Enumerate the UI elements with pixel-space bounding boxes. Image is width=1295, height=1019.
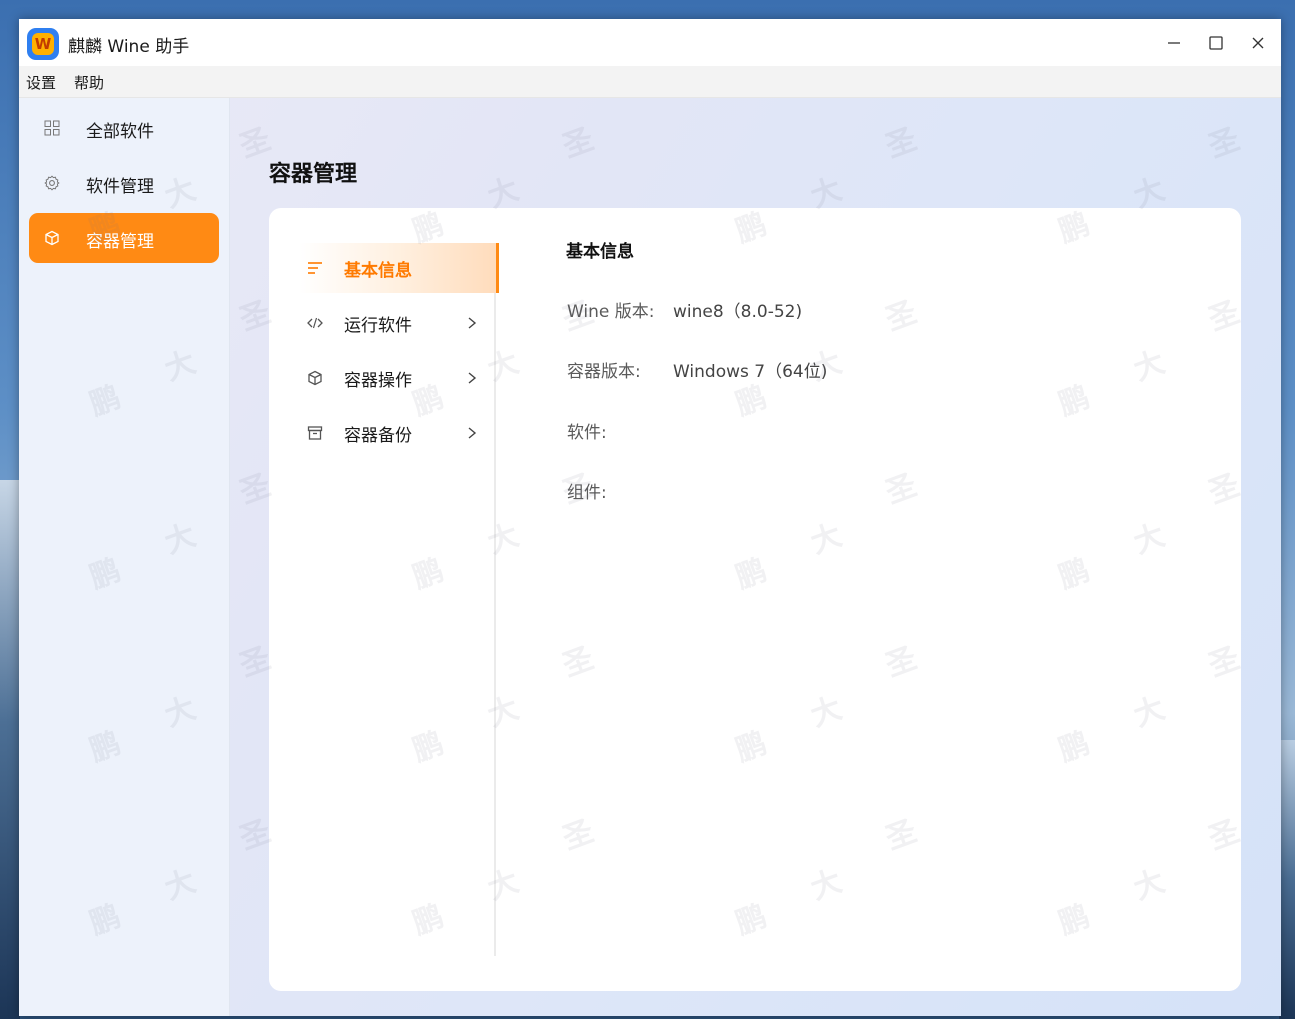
code-icon [307, 317, 323, 329]
main-content: 全部软件 软件管理 容器管理 容器管理 基本信息 运行软件 容器操作 容器备份 … [19, 98, 1281, 1016]
sidebar-item-software-management[interactable]: 软件管理 [29, 158, 219, 208]
container-version-label: 容器版本: [567, 362, 641, 382]
menu-bar: 设置 帮助 [19, 66, 1281, 98]
app-logo-icon: W [27, 28, 59, 60]
sidebar-item-container-management[interactable]: 容器管理 [29, 213, 219, 263]
subnav-divider [494, 244, 496, 956]
components-label: 组件: [567, 483, 607, 503]
subnav-item-container-operations[interactable]: 容器操作 [299, 353, 496, 403]
page-title: 容器管理 [269, 162, 358, 187]
subnav-item-container-backup[interactable]: 容器备份 [299, 408, 496, 458]
cube-icon [308, 370, 322, 386]
desktop-wallpaper-left [0, 480, 20, 1019]
subnav-item-label: 基本信息 [344, 261, 412, 281]
maximize-button[interactable] [1201, 29, 1231, 57]
menu-help[interactable]: 帮助 [74, 72, 104, 93]
watermark-char: 圣 [881, 121, 922, 165]
minimize-button[interactable] [1159, 29, 1189, 57]
watermark-char: 圣 [1204, 121, 1245, 165]
sidebar-item-all-software[interactable]: 全部软件 [29, 103, 219, 153]
chevron-right-icon [468, 317, 477, 329]
chevron-right-icon [468, 372, 477, 384]
close-icon [1252, 37, 1264, 49]
title-bar: W 麒麟 Wine 助手 [19, 19, 1281, 66]
subnav-item-label: 运行软件 [344, 316, 412, 336]
subnav-item-basic-info[interactable]: 基本信息 [299, 243, 499, 293]
container-card: 基本信息 运行软件 容器操作 容器备份 基本信息 Wine 版本: wine8（… [269, 208, 1241, 991]
maximize-icon [1209, 36, 1223, 50]
grid-icon [44, 120, 60, 136]
window-title: 麒麟 Wine 助手 [68, 37, 190, 57]
app-window: W 麒麟 Wine 助手 设置 帮助 全部软件 软件管理 容器管理 容器管理 基… [19, 19, 1281, 1016]
cube-icon [45, 230, 59, 246]
subnav-item-run-software[interactable]: 运行软件 [299, 298, 496, 348]
gear-icon [44, 175, 60, 191]
wine-version-label: Wine 版本: [567, 302, 655, 322]
watermark-char: 圣 [558, 121, 599, 165]
desktop-wallpaper-right [1279, 740, 1295, 1019]
minimize-icon [1168, 42, 1180, 44]
list-lines-icon [308, 262, 322, 274]
archive-icon [307, 426, 323, 440]
subnav-item-label: 容器备份 [344, 426, 412, 446]
app-logo-glyph: W [32, 33, 54, 55]
close-button[interactable] [1243, 29, 1273, 57]
sidebar-item-label: 全部软件 [86, 122, 154, 142]
software-label: 软件: [567, 423, 607, 443]
container-version-value: Windows 7（64位) [673, 362, 828, 382]
info-heading: 基本信息 [566, 242, 634, 262]
sidebar-item-label: 容器管理 [86, 232, 154, 252]
chevron-right-icon [468, 427, 477, 439]
sidebar: 全部软件 软件管理 容器管理 [19, 98, 230, 1016]
menu-settings[interactable]: 设置 [26, 72, 56, 93]
subnav-item-label: 容器操作 [344, 371, 412, 391]
wine-version-value: wine8（8.0-52) [673, 302, 803, 322]
sidebar-item-label: 软件管理 [86, 177, 154, 197]
